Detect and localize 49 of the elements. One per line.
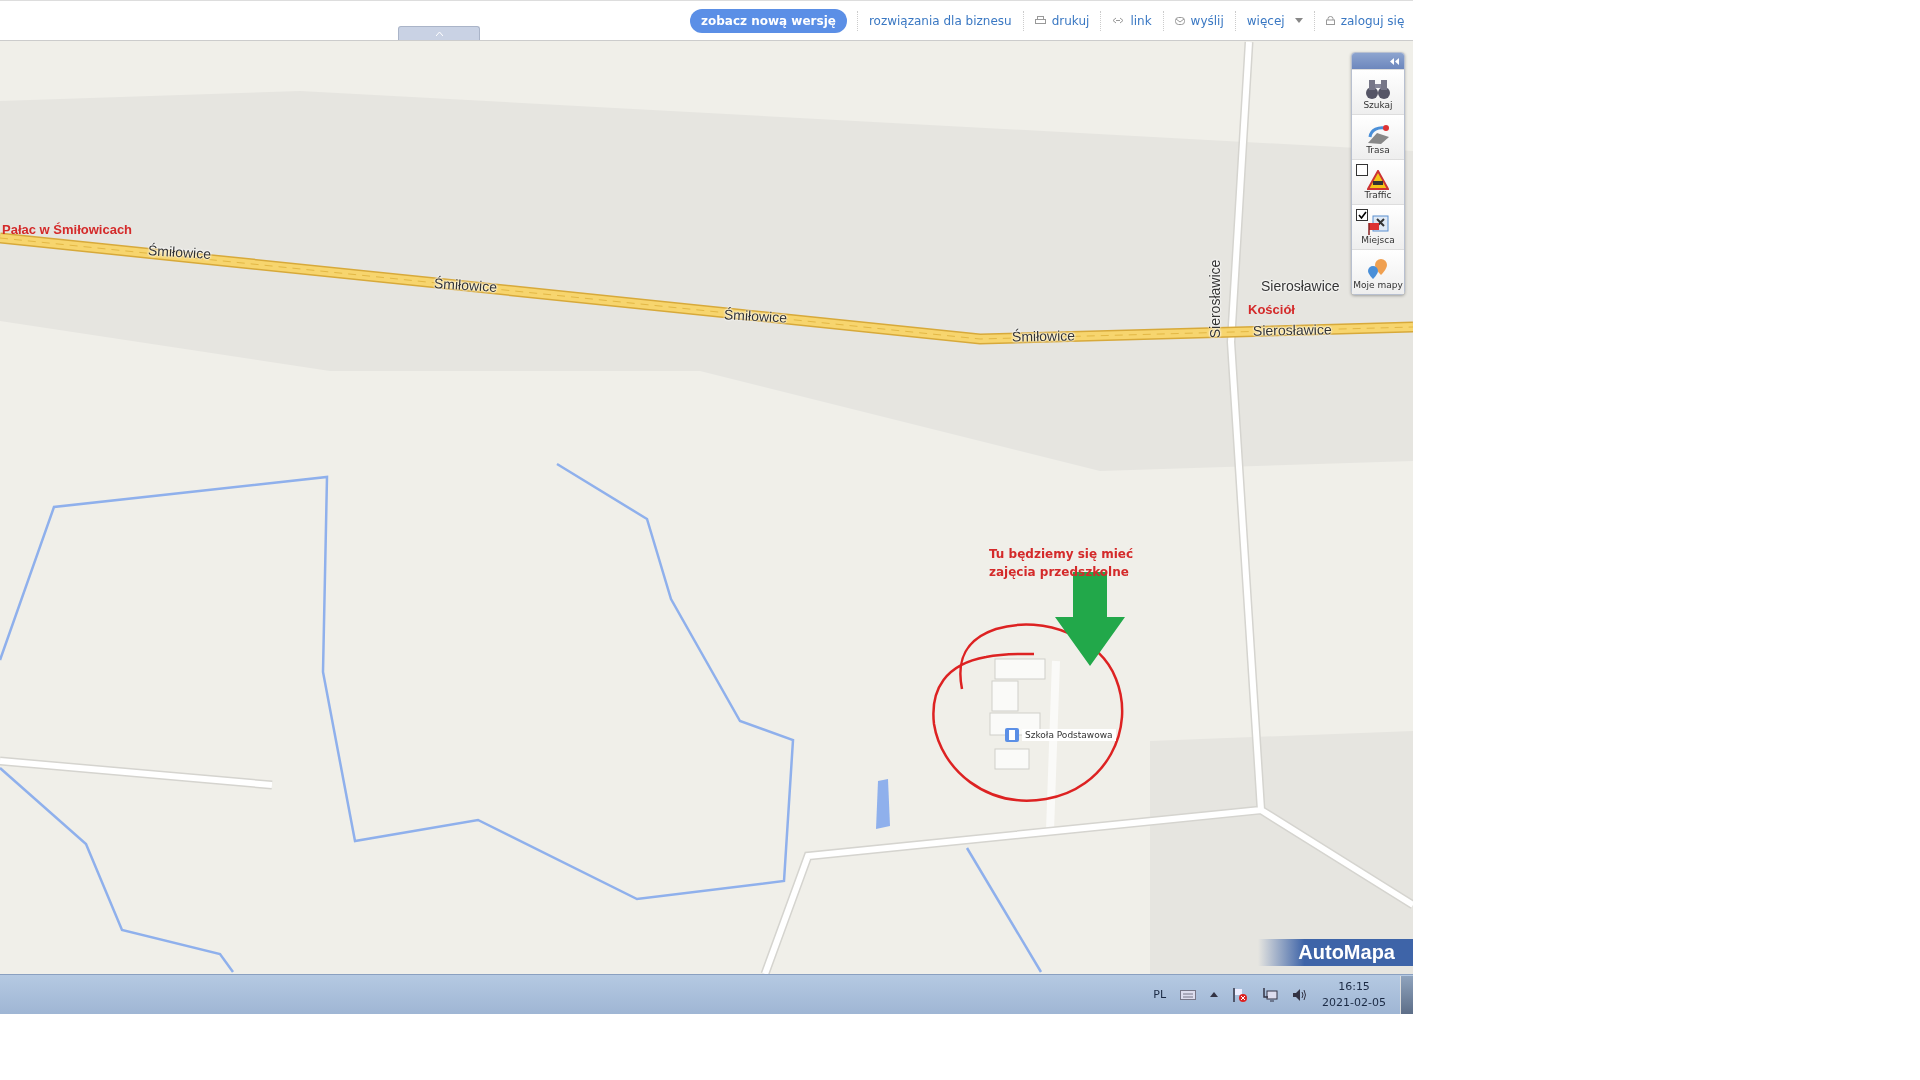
flag-alert-icon[interactable] — [1232, 986, 1249, 1003]
street-label: Śmiłowice — [1011, 327, 1076, 345]
street-label: Śmiłowice — [147, 242, 212, 262]
toolbar-link[interactable]: rozwiązania dla biznesu — [856, 10, 1023, 31]
checkbox[interactable] — [1356, 209, 1368, 221]
landmark-label: Kościół — [1248, 302, 1295, 317]
toolbar-link[interactable]: zaloguj się — [1313, 10, 1416, 31]
map-tool-button[interactable]: Moje mapy — [1352, 249, 1404, 294]
street-label: Sierosławice — [1207, 259, 1224, 339]
poi-label: Szkoła Podstawowa — [1022, 729, 1116, 741]
speaker-icon[interactable] — [1292, 987, 1309, 1002]
printer-icon — [1034, 16, 1046, 25]
street-label: Sierosławice — [1252, 321, 1332, 339]
pond — [876, 779, 890, 829]
double-chevron-left-icon — [1390, 57, 1399, 65]
link-icon — [1112, 17, 1125, 24]
mail-icon — [1174, 16, 1185, 25]
warning-sign-icon — [1367, 170, 1389, 190]
toolbar-link[interactable]: wyślij — [1162, 10, 1235, 31]
place-label: Sierosławice — [1261, 278, 1340, 294]
language-indicator[interactable]: PL — [1153, 988, 1167, 1001]
toolbar-link[interactable]: drukuj — [1022, 10, 1101, 31]
flag-icon — [1367, 215, 1389, 235]
caret-icon[interactable] — [1210, 992, 1219, 997]
dropdown-caret-icon — [1294, 18, 1303, 23]
annotation-text: Tu będziemy się mieć zajęcia przedszkolne — [989, 546, 1135, 581]
keyboard-icon[interactable] — [1180, 989, 1197, 1000]
toolbar-link[interactable]: więcej — [1234, 10, 1314, 31]
map-tool-button[interactable]: Traffic — [1352, 159, 1404, 204]
show-desktop-button[interactable] — [1400, 975, 1413, 1014]
checkbox[interactable] — [1356, 164, 1368, 176]
chevron-up-icon — [435, 31, 443, 36]
map-tool-button[interactable]: Miejsca — [1352, 204, 1404, 249]
clock[interactable]: 16:15 2021-02-05 — [1322, 978, 1386, 1011]
street-label: Śmiłowice — [433, 275, 498, 295]
lock-icon — [1325, 16, 1335, 25]
map-tool-button[interactable]: Szukaj — [1352, 69, 1404, 114]
route-icon — [1365, 123, 1391, 145]
map-tool-button[interactable]: Trasa — [1352, 114, 1404, 159]
logo: AutoMapa — [1258, 939, 1413, 966]
toolbar-link[interactable]: link — [1100, 10, 1163, 31]
street-label: Śmiłowice — [723, 306, 788, 326]
panel-header[interactable] — [1352, 53, 1404, 69]
map-pins-icon — [1366, 258, 1390, 280]
network-icon[interactable] — [1262, 986, 1279, 1003]
landmark-label: Pałac w Śmiłowicach — [2, 222, 133, 237]
checkmark-icon — [1357, 210, 1367, 220]
building-icon — [1005, 728, 1019, 742]
binoculars-icon — [1365, 78, 1391, 100]
